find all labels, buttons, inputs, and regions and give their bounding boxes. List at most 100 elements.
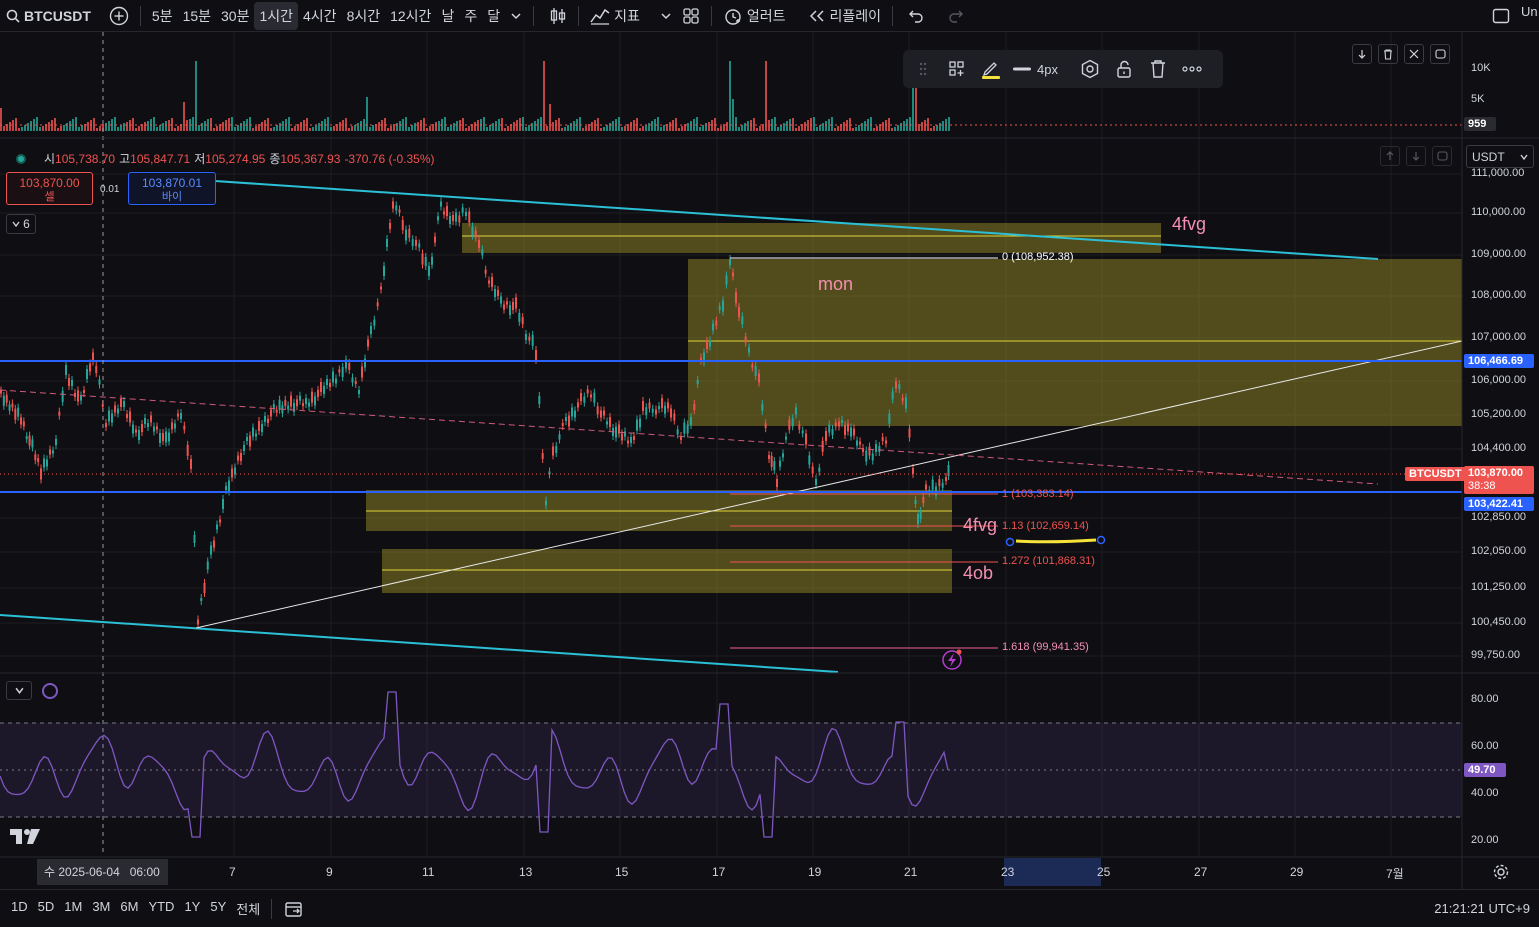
interval-6[interactable]: 12시간	[385, 2, 436, 30]
currency-select[interactable]: USDT	[1466, 145, 1534, 168]
delete-pane-button[interactable]	[1378, 44, 1398, 64]
price-axis-tick: 102,850.00	[1471, 511, 1527, 523]
move-down-button[interactable]	[1406, 146, 1426, 166]
indicators-button[interactable]: 지표	[585, 2, 645, 30]
interval-dropdown[interactable]	[505, 2, 527, 30]
volume-bar	[429, 126, 431, 131]
range-0[interactable]: 1D	[6, 899, 33, 918]
candle-body	[126, 414, 128, 418]
maximize-pane-button[interactable]	[1430, 44, 1450, 64]
drawing-handle-left[interactable]	[1005, 537, 1015, 547]
more-button[interactable]	[1180, 55, 1204, 83]
range-3[interactable]: 3M	[87, 899, 115, 918]
lock-button[interactable]	[1112, 55, 1136, 83]
candle-body	[117, 408, 119, 414]
volume-bar	[108, 121, 110, 131]
volume-bar	[339, 122, 341, 131]
maximize-pane-button[interactable]	[1432, 146, 1452, 166]
candle-body	[421, 253, 424, 265]
delete-drawing-button[interactable]	[1146, 55, 1170, 83]
indicator-collapse-button[interactable]: 6	[6, 214, 36, 234]
alert-button[interactable]: 얼러트	[718, 2, 791, 30]
drawing-handle-right[interactable]	[1096, 535, 1106, 545]
candle-body	[8, 404, 11, 411]
range-5[interactable]: YTD	[143, 899, 179, 918]
replay-button[interactable]: 리플레이	[803, 2, 887, 30]
annotation-fvg-top[interactable]: 4fvg	[1172, 214, 1206, 235]
volume-bar	[390, 126, 392, 131]
symbol-search[interactable]: BTCUSDT	[0, 2, 96, 30]
fullscreen-button[interactable]	[1487, 2, 1515, 30]
interval-5[interactable]: 8시간	[342, 2, 386, 30]
interval-3[interactable]: 1시간	[254, 1, 299, 30]
drawn-highlight-stroke[interactable]	[1015, 538, 1097, 544]
range-4[interactable]: 6M	[115, 899, 143, 918]
user-menu-truncated[interactable]: Un	[1521, 0, 1539, 22]
buy-button[interactable]: 103,870.01 바이	[128, 172, 216, 205]
divider	[533, 5, 535, 26]
range-6[interactable]: 1Y	[179, 899, 205, 918]
sell-label: 셀	[44, 191, 55, 203]
interval-2[interactable]: 30분	[216, 2, 254, 30]
close-pane-button[interactable]	[1404, 44, 1424, 64]
volume-bar	[477, 120, 479, 131]
add-symbol-button[interactable]	[104, 2, 134, 30]
candle-body	[686, 424, 689, 434]
interval-1[interactable]: 15분	[178, 2, 216, 30]
range-7[interactable]: 5Y	[205, 899, 231, 918]
mon-zone[interactable]	[688, 259, 1462, 426]
ob-zone[interactable]	[382, 549, 952, 593]
annotation-fvg-mid[interactable]: 4fvg	[963, 515, 997, 536]
candle-body	[458, 215, 461, 223]
rsi-axis-40: 40.00	[1471, 787, 1499, 799]
candle-body	[144, 418, 146, 424]
undo-button[interactable]	[903, 2, 929, 30]
interval-4[interactable]: 4시간	[298, 2, 342, 30]
rsi-collapse-button[interactable]	[6, 681, 32, 700]
chevron-down-icon	[15, 687, 23, 694]
line-color-button[interactable]	[979, 55, 1003, 83]
templates-button[interactable]	[945, 55, 969, 83]
interval-8[interactable]: 주	[459, 2, 482, 30]
more-dots-icon	[1182, 66, 1202, 72]
move-down-button[interactable]	[1352, 44, 1372, 64]
layout-button[interactable]	[677, 2, 705, 30]
candle-body	[434, 236, 436, 243]
candle-body	[642, 401, 644, 411]
spread-value: 0.01	[100, 184, 120, 195]
volume-bar	[798, 126, 800, 131]
indicator-count: 6	[23, 217, 30, 231]
interval-9[interactable]: 달	[482, 2, 505, 30]
candle-body	[558, 434, 561, 440]
move-up-button[interactable]	[1380, 146, 1400, 166]
redo-button[interactable]	[943, 2, 969, 30]
chart-type-button[interactable]	[544, 2, 572, 30]
range-2[interactable]: 1M	[59, 899, 87, 918]
date-range-button[interactable]	[278, 900, 310, 918]
settings-button[interactable]	[1078, 55, 1102, 83]
annotation-mon[interactable]: mon	[818, 274, 853, 295]
range-8[interactable]: 전체	[231, 899, 265, 918]
volume-bar	[63, 125, 65, 131]
time-axis-settings[interactable]	[1492, 863, 1510, 886]
candle-body	[25, 436, 28, 440]
line-width-button[interactable]: 4px	[1013, 55, 1058, 83]
volume-bar	[78, 127, 80, 131]
range-1[interactable]: 5D	[33, 899, 60, 918]
rsi-settings-button[interactable]	[42, 683, 58, 699]
volume-bar	[300, 122, 302, 131]
candle-body	[868, 446, 871, 456]
time-axis-tick: 11	[422, 865, 435, 879]
candle-body	[925, 484, 927, 490]
sell-button[interactable]: 103,870.00 셀	[6, 172, 93, 205]
drag-handle[interactable]	[911, 55, 935, 83]
candle-body	[132, 424, 134, 434]
annotation-ob[interactable]: 4ob	[963, 563, 993, 584]
interval-0[interactable]: 5분	[147, 2, 178, 30]
candle-body	[500, 296, 502, 304]
clock[interactable]: 21:21:21 UTC+9	[1434, 901, 1539, 916]
time-selection-highlight	[1004, 858, 1101, 886]
candle-body	[243, 445, 245, 451]
interval-7[interactable]: 날	[436, 2, 459, 30]
indicators-dropdown[interactable]	[655, 2, 677, 30]
